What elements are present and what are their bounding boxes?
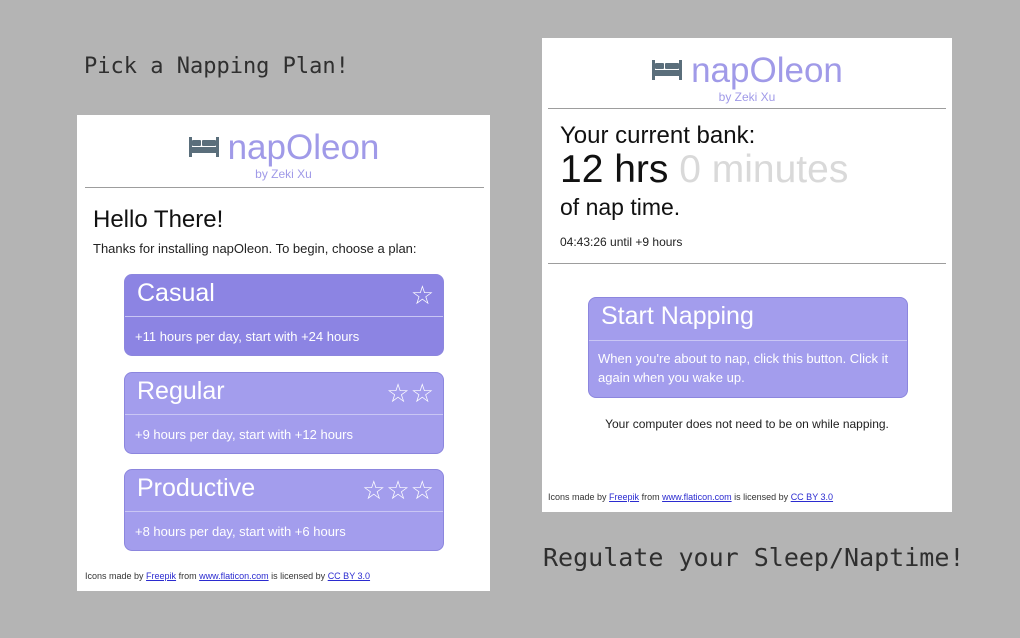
credit-from: from (178, 571, 197, 581)
brand-header: napOleon by Zeki Xu (542, 52, 952, 104)
star-icon: ☆☆☆ (362, 475, 435, 505)
plan-description: +11 hours per day, start with +24 hours (135, 329, 360, 344)
caption-regulate-sleep: Regulate your Sleep/Naptime! (543, 543, 965, 572)
bank-label: Your current bank: (560, 122, 756, 149)
plan-description: +8 hours per day, start with +6 hours (135, 524, 346, 539)
header-divider (548, 108, 946, 109)
caption-pick-plan: Pick a Napping Plan! (84, 54, 349, 79)
flaticon-link[interactable]: www.flaticon.com (199, 571, 269, 581)
start-napping-description: When you're about to nap, click this but… (598, 351, 889, 385)
greeting-heading: Hello There! (93, 206, 224, 233)
icon-credits: Icons made by Freepik from www.flaticon.… (548, 492, 833, 502)
brand-header: napOleon by Zeki Xu (77, 129, 490, 181)
app-subtitle: by Zeki Xu (255, 167, 312, 181)
plan-divider (125, 316, 443, 317)
plan-card-casual[interactable]: Casual ☆ +11 hours per day, start with +… (124, 274, 444, 356)
plan-card-productive[interactable]: Productive ☆☆☆ +8 hours per day, start w… (124, 469, 444, 551)
nap-time-label: of nap time. (560, 194, 681, 220)
plan-name: Regular (137, 377, 225, 405)
header-divider (85, 187, 484, 188)
bank-divider (548, 263, 946, 264)
plan-divider (125, 414, 443, 415)
icon-credits: Icons made by Freepik from www.flaticon.… (85, 571, 370, 581)
freepik-link[interactable]: Freepik (146, 571, 176, 581)
napping-note: Your computer does not need to be on whi… (605, 417, 889, 431)
bank-hours: 12 hrs (560, 148, 669, 191)
credit-from: from (641, 492, 660, 502)
bank-value: 12 hrs 0 minutes (560, 148, 848, 192)
credit-license-text: is licensed by (271, 571, 326, 581)
license-link[interactable]: CC BY 3.0 (791, 492, 833, 502)
license-link[interactable]: CC BY 3.0 (328, 571, 370, 581)
plan-card-regular[interactable]: Regular ☆☆ +9 hours per day, start with … (124, 372, 444, 454)
credit-prefix: Icons made by (548, 492, 607, 502)
bank-minutes: 0 minutes (679, 148, 849, 191)
app-title: napOleon (691, 51, 843, 90)
button-divider (589, 340, 907, 341)
start-napping-label: Start Napping (601, 302, 754, 330)
bed-icon (188, 134, 220, 163)
flaticon-link[interactable]: www.flaticon.com (662, 492, 732, 502)
start-napping-button[interactable]: Start Napping When you're about to nap, … (588, 297, 908, 398)
freepik-link[interactable]: Freepik (609, 492, 639, 502)
star-icon: ☆☆ (386, 378, 435, 408)
nap-bank-panel: napOleon by Zeki Xu Your current bank: 1… (542, 38, 952, 512)
plan-divider (125, 511, 443, 512)
credit-license-text: is licensed by (734, 492, 789, 502)
plan-name: Productive (137, 474, 256, 502)
star-icon: ☆ (410, 280, 435, 310)
plan-name: Casual (137, 279, 215, 307)
plan-selection-panel: napOleon by Zeki Xu Hello There! Thanks … (77, 115, 490, 591)
intro-text: Thanks for installing napOleon. To begin… (93, 241, 417, 256)
bed-icon (651, 57, 683, 86)
countdown-timer: 04:43:26 until +9 hours (560, 235, 683, 249)
app-subtitle: by Zeki Xu (718, 90, 776, 104)
plan-description: +9 hours per day, start with +12 hours (135, 427, 353, 442)
app-title: napOleon (227, 128, 380, 167)
credit-prefix: Icons made by (85, 571, 144, 581)
